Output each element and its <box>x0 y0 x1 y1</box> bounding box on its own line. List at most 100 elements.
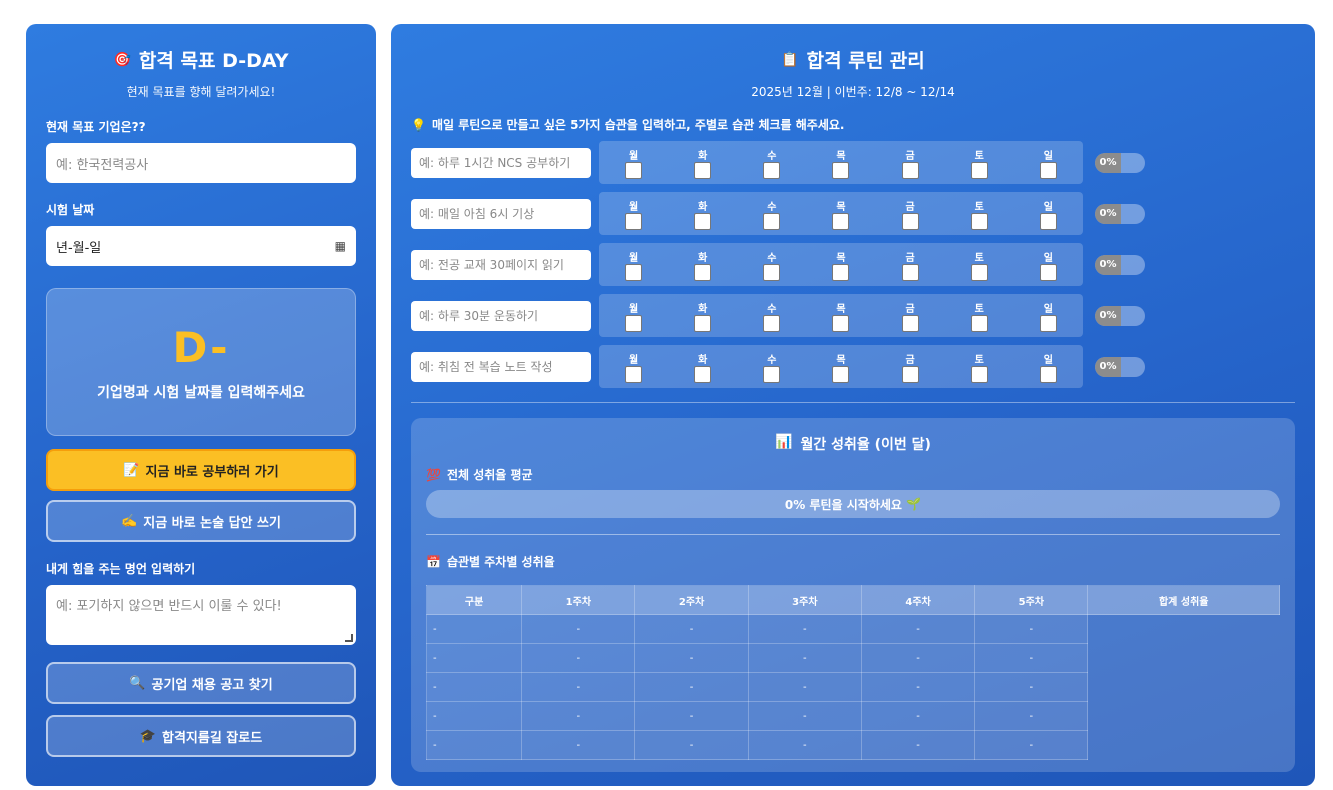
table-cell: - <box>860 614 976 644</box>
table-header: 4주차 <box>860 585 976 615</box>
habit-row: 예: 하루 1시간 NCS 공부하기 월 화 수 목 금 토 일 0% <box>411 141 1295 184</box>
day-checkbox[interactable] <box>901 212 919 230</box>
day-checkbox[interactable] <box>625 263 643 281</box>
day-checkbox[interactable] <box>625 212 643 230</box>
day-checkbox[interactable] <box>625 365 643 383</box>
day-label: 월 <box>628 303 639 315</box>
seedling-icon: 🌱 <box>906 497 922 511</box>
essay-button[interactable]: ✍️ 지금 바로 논술 답안 쓰기 <box>46 500 356 542</box>
day-checkbox[interactable] <box>832 314 850 332</box>
goal-title: 🎯 합격 목표 D-DAY <box>113 50 289 72</box>
day-check: 금 <box>901 300 919 332</box>
day-checkbox[interactable] <box>694 161 712 179</box>
day-checkbox[interactable] <box>763 161 781 179</box>
day-label: 목 <box>836 354 846 366</box>
roadmap-button[interactable]: 🎓 합격지름길 잡로드 <box>46 715 356 757</box>
day-label: 수 <box>767 252 777 264</box>
day-checkbox[interactable] <box>970 365 988 383</box>
table-cell: - <box>747 672 862 702</box>
routine-period: 2025년 12월 | 이번주: 12/8 ~ 12/14 <box>751 85 955 99</box>
day-label: 금 <box>905 150 915 162</box>
day-checkbox[interactable] <box>625 314 643 332</box>
day-checkbox[interactable] <box>832 161 850 179</box>
day-check: 목 <box>832 249 850 281</box>
day-checkbox[interactable] <box>1039 161 1057 179</box>
habit-input[interactable]: 예: 하루 30분 운동하기 <box>411 300 591 331</box>
day-checkbox[interactable] <box>970 263 988 281</box>
day-label: 월 <box>628 201 639 213</box>
lightbulb-icon: 💡 <box>411 117 426 132</box>
day-check: 수 <box>763 249 781 281</box>
table-row: ------ <box>425 643 1280 673</box>
quote-textarea[interactable]: 예: 포기하지 않으면 반드시 이룰 수 있다! <box>46 585 356 645</box>
company-input[interactable]: 예: 한국전력공사 <box>46 143 356 183</box>
table-cell: - <box>860 672 976 702</box>
overall-progress-bar: 0% 루틴을 시작하세요 🌱 <box>426 490 1280 518</box>
day-check: 금 <box>901 147 919 179</box>
table-cell: - <box>521 701 636 731</box>
habit-input[interactable]: 예: 전공 교재 30페이지 읽기 <box>411 249 591 280</box>
habit-progress: 0% <box>1095 305 1145 326</box>
day-checkbox[interactable] <box>901 365 919 383</box>
table-header: 5주차 <box>974 585 1089 615</box>
date-input[interactable]: 년-월-일 ▦ <box>46 226 356 266</box>
day-checkbox[interactable] <box>832 212 850 230</box>
table-row: ------ <box>425 730 1280 760</box>
day-label: 수 <box>767 354 777 366</box>
day-checkbox[interactable] <box>694 314 712 332</box>
day-checkbox[interactable] <box>1039 314 1057 332</box>
day-check: 토 <box>970 198 988 230</box>
routine-panel: 📋 합격 루틴 관리 2025년 12월 | 이번주: 12/8 ~ 12/14 … <box>391 24 1315 786</box>
day-checkbox[interactable] <box>763 212 781 230</box>
day-checkbox[interactable] <box>625 161 643 179</box>
day-checkbox[interactable] <box>694 263 712 281</box>
day-checkbox[interactable] <box>763 263 781 281</box>
habit-input[interactable]: 예: 하루 1시간 NCS 공부하기 <box>411 147 591 178</box>
day-checkbox[interactable] <box>901 314 919 332</box>
day-label: 목 <box>836 201 846 213</box>
habit-input[interactable]: 예: 매일 아침 6시 기상 <box>411 198 591 229</box>
study-button[interactable]: 📝 지금 바로 공부하러 가기 <box>46 449 356 491</box>
job-search-button[interactable]: 🔍 공기업 채용 공고 찾기 <box>46 662 356 704</box>
habit-percent: 0% <box>1095 305 1121 326</box>
day-checkbox[interactable] <box>832 263 850 281</box>
day-checkbox[interactable] <box>1039 212 1057 230</box>
day-checkbox[interactable] <box>694 212 712 230</box>
habit-input[interactable]: 예: 취침 전 복습 노트 작성 <box>411 351 591 382</box>
day-checklist: 월 화 수 목 금 토 일 <box>599 243 1083 286</box>
day-checkbox[interactable] <box>763 365 781 383</box>
table-cell: - <box>974 730 1089 760</box>
day-check: 토 <box>970 147 988 179</box>
day-label: 토 <box>974 354 984 366</box>
day-checkbox[interactable] <box>1039 365 1057 383</box>
table-cell: - <box>634 701 749 731</box>
day-checkbox[interactable] <box>763 314 781 332</box>
day-checkbox[interactable] <box>1039 263 1057 281</box>
day-checklist: 월 화 수 목 금 토 일 <box>599 141 1083 184</box>
table-cell-empty <box>1088 673 1280 702</box>
date-label: 시험 날짜 <box>46 203 95 217</box>
table-cell: - <box>747 643 862 673</box>
day-checkbox[interactable] <box>832 365 850 383</box>
table-cell-empty <box>1088 644 1280 673</box>
table-cell: - <box>974 643 1089 673</box>
day-checkbox[interactable] <box>970 314 988 332</box>
table-cell-empty <box>1088 702 1280 731</box>
day-checkbox[interactable] <box>970 161 988 179</box>
day-check: 목 <box>832 300 850 332</box>
bar-chart-icon: 📊 <box>775 434 793 450</box>
day-label: 토 <box>974 252 984 264</box>
day-checkbox[interactable] <box>694 365 712 383</box>
day-check: 화 <box>694 198 712 230</box>
weekly-label: 📅 습관별 주차별 성취율 <box>426 554 555 570</box>
day-checkbox[interactable] <box>970 212 988 230</box>
resize-handle[interactable] <box>345 634 353 642</box>
day-label: 수 <box>767 150 777 162</box>
habit-percent: 0% <box>1095 254 1121 275</box>
day-label: 수 <box>767 303 777 315</box>
day-checkbox[interactable] <box>901 263 919 281</box>
calendar-icon[interactable]: ▦ <box>335 239 346 253</box>
day-checkbox[interactable] <box>901 161 919 179</box>
day-label: 월 <box>628 354 639 366</box>
day-checklist: 월 화 수 목 금 토 일 <box>599 192 1083 235</box>
